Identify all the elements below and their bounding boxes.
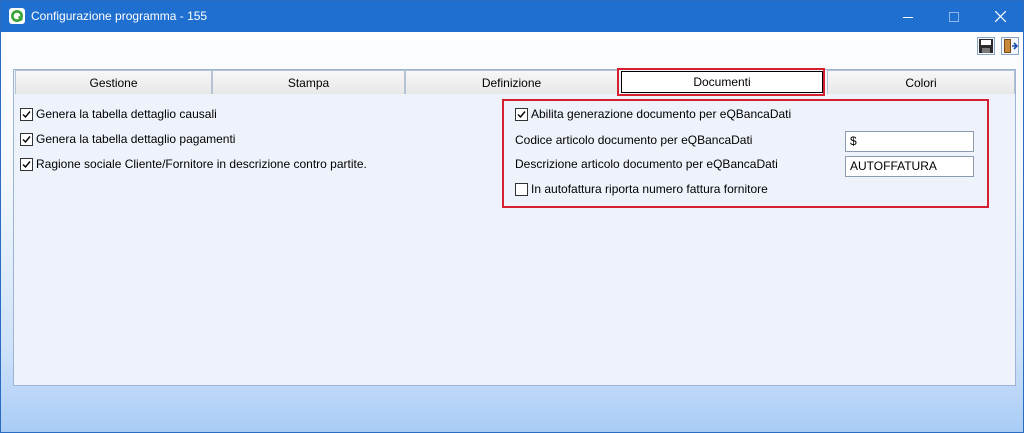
exit-icon bbox=[1002, 39, 1019, 57]
config-window: Configurazione programma - 155 Gestione … bbox=[0, 0, 1024, 433]
app-logo-icon bbox=[9, 8, 25, 24]
autofattura-checkbox[interactable] bbox=[515, 183, 528, 196]
autofattura-label[interactable]: In autofattura riporta numero fattura fo… bbox=[531, 182, 768, 196]
title-bar[interactable]: Configurazione programma - 155 bbox=[1, 1, 1023, 32]
option-dettaglio-causali-checkbox[interactable] bbox=[20, 108, 33, 121]
window-title: Configurazione programma - 155 bbox=[31, 9, 208, 23]
maximize-button[interactable] bbox=[931, 1, 977, 32]
tab-colori[interactable]: Colori bbox=[827, 70, 1015, 94]
description-input[interactable]: AUTOFFATURA bbox=[845, 156, 974, 177]
save-icon bbox=[978, 39, 994, 57]
save-button[interactable] bbox=[977, 37, 995, 55]
enable-eqbancadati-label[interactable]: Abilita generazione documento per eQBanc… bbox=[531, 107, 791, 121]
option-ragione-sociale-checkbox[interactable] bbox=[20, 158, 33, 171]
tab-highlight-frame bbox=[617, 68, 825, 96]
description-label: Descrizione articolo documento per eQBan… bbox=[515, 157, 778, 171]
tab-definizione[interactable]: Definizione bbox=[405, 70, 618, 94]
option-dettaglio-pagamenti-label[interactable]: Genera la tabella dettaglio pagamenti bbox=[36, 132, 235, 146]
tab-stampa[interactable]: Stampa bbox=[212, 70, 405, 94]
option-dettaglio-causali-label[interactable]: Genera la tabella dettaglio causali bbox=[36, 107, 217, 121]
minimize-button[interactable] bbox=[885, 1, 931, 32]
option-dettaglio-pagamenti-checkbox[interactable] bbox=[20, 133, 33, 146]
close-icon bbox=[994, 9, 1006, 25]
minimize-icon bbox=[903, 9, 913, 25]
code-label: Codice articolo documento per eQBancaDat… bbox=[515, 133, 753, 147]
exit-button[interactable] bbox=[1001, 37, 1019, 55]
option-ragione-sociale-label[interactable]: Ragione sociale Cliente/Fornitore in des… bbox=[36, 157, 367, 171]
tab-gestione[interactable]: Gestione bbox=[15, 70, 212, 94]
enable-eqbancadati-checkbox[interactable] bbox=[515, 108, 528, 121]
maximize-icon bbox=[949, 9, 959, 25]
close-button[interactable] bbox=[977, 1, 1023, 32]
code-input[interactable]: $ bbox=[845, 131, 974, 152]
